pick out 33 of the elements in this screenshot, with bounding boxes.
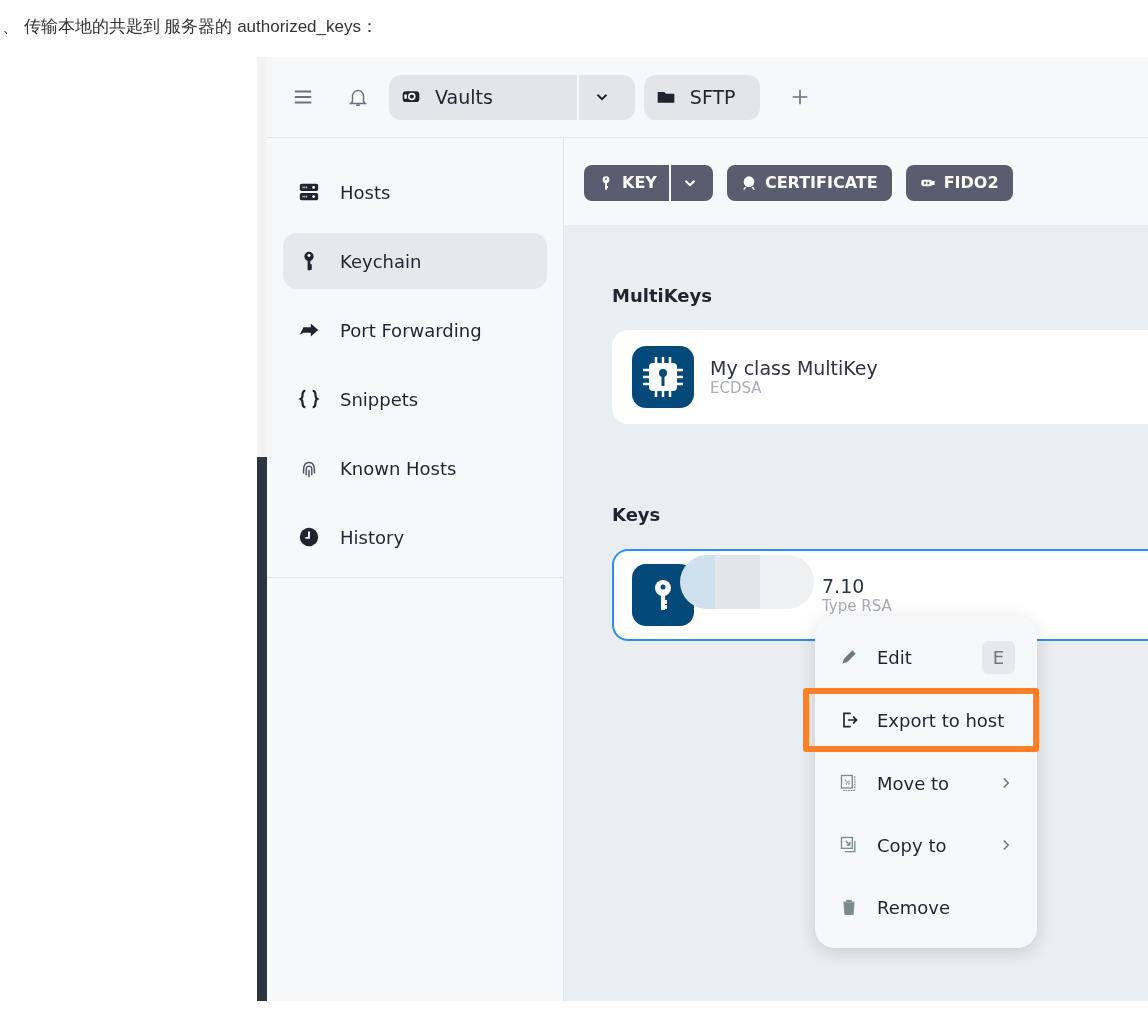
section-title: MultiKeys: [612, 285, 713, 306]
key-card[interactable]: 7.10 Type RSA: [612, 549, 1148, 641]
sidebar-item[interactable]: Known Hosts: [283, 440, 547, 496]
vault-tab[interactable]: Vaults: [389, 74, 635, 120]
sidebar-item[interactable]: Port Forwarding: [283, 302, 547, 358]
toolbar-button[interactable]: FIDO2: [905, 164, 1013, 201]
key-name: 7.10: [822, 575, 866, 597]
badge-icon: [740, 174, 757, 191]
menu-item[interactable]: Move to: [815, 752, 1037, 814]
copy-icon: [839, 835, 859, 855]
toolbar-button[interactable]: CERTIFICATE: [726, 164, 892, 201]
clock-icon: [298, 526, 320, 548]
sidebar-item[interactable]: History: [283, 509, 547, 565]
vault-tab[interactable]: SFTP: [643, 74, 760, 120]
key-name: My class MultiKey: [710, 357, 878, 379]
key-card[interactable]: My class MultiKey ECDSA: [612, 330, 1148, 424]
chip-icon: [632, 346, 694, 408]
section-title: Keys: [612, 504, 662, 525]
braces-icon: [298, 388, 320, 410]
caption-text: 、 传输本地的共匙到 服务器的 authorized_keys：: [1, 16, 379, 38]
sidebar-item[interactable]: Snippets: [283, 371, 547, 427]
shortcut-key: E: [982, 640, 1015, 674]
key-icon: [632, 564, 694, 626]
server-icon: [298, 181, 320, 203]
sidebar-item[interactable]: Keychain: [283, 233, 547, 289]
menu-item[interactable]: Copy to: [815, 814, 1037, 876]
menu-item[interactable]: Remove: [815, 876, 1037, 938]
key-type: Type RSA: [822, 597, 892, 615]
pencil-icon: [839, 647, 859, 667]
sidebar-item[interactable]: Hosts: [283, 164, 547, 220]
toolbar-button[interactable]: KEY: [584, 164, 713, 201]
menu-item[interactable]: Export to host: [803, 688, 1039, 752]
key-type: ECDSA: [710, 379, 763, 397]
